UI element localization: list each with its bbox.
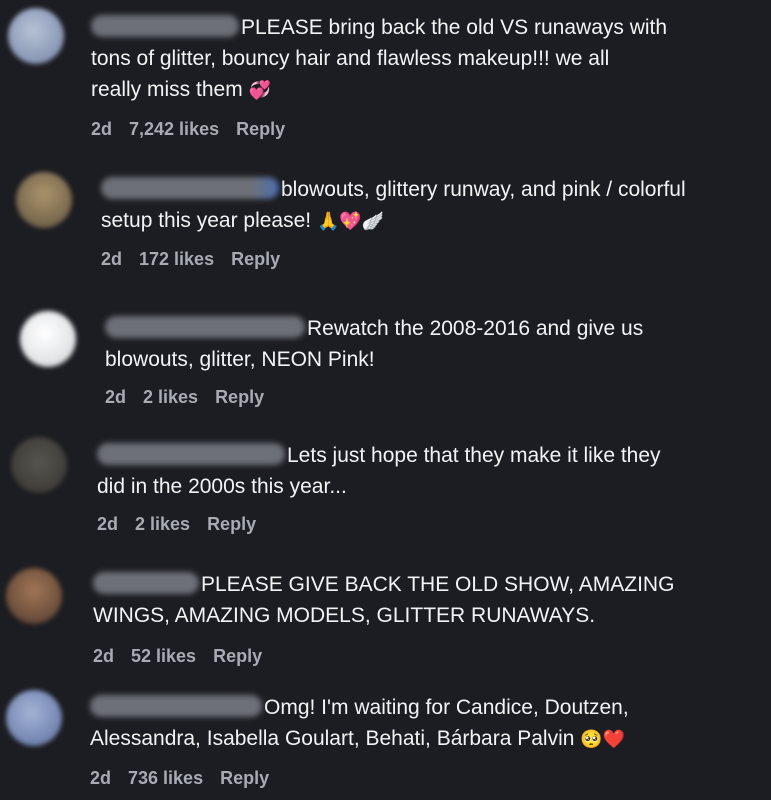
likes-count[interactable]: 2 likes [143, 387, 198, 407]
comment-meta: 2d 172 likes Reply [101, 249, 297, 270]
timestamp: 2d [97, 514, 119, 534]
comment-text: blowouts, glittery runway, and pink / co… [101, 177, 686, 232]
likes-count[interactable]: 7,242 likes [129, 119, 219, 139]
likes-count[interactable]: 52 likes [131, 646, 196, 666]
pleading-heart-emoji: 🥺❤️ [580, 729, 626, 750]
comment-text: Rewatch the 2008-2016 and give us blowou… [105, 316, 644, 371]
heart-emoji: 💞 [248, 80, 271, 101]
comment-text: Lets just hope that they make it like th… [97, 443, 661, 498]
comment-meta: 2d 52 likes Reply [93, 646, 279, 667]
likes-count[interactable]: 2 likes [135, 514, 190, 534]
avatar[interactable] [8, 8, 64, 64]
comment-text: PLEASE GIVE BACK THE OLD SHOW, AMAZING W… [93, 572, 675, 627]
reply-button[interactable]: Reply [236, 119, 285, 139]
avatar[interactable] [11, 437, 67, 493]
timestamp: 2d [101, 249, 123, 269]
comment-meta: 2d 2 likes Reply [105, 387, 281, 408]
blurred-username[interactable] [90, 695, 262, 717]
avatar[interactable] [6, 690, 62, 746]
pray-heart-wing-emoji: 🙏💖🪽 [316, 211, 385, 232]
reply-button[interactable]: Reply [220, 768, 269, 788]
reply-button[interactable]: Reply [215, 387, 264, 407]
comment-text: Omg! I'm waiting for Candice, Doutzen, A… [90, 695, 629, 750]
reply-button[interactable]: Reply [231, 249, 280, 269]
blurred-username[interactable] [105, 316, 305, 338]
avatar[interactable] [20, 311, 76, 367]
avatar[interactable] [6, 568, 62, 624]
timestamp: 2d [91, 119, 113, 139]
blurred-username[interactable] [93, 572, 199, 594]
comment-text: PLEASE bring back the old VS runaways wi… [91, 15, 668, 101]
blurred-username[interactable] [97, 443, 285, 465]
reply-button[interactable]: Reply [213, 646, 262, 666]
comment-meta: 2d 736 likes Reply [90, 768, 286, 789]
avatar[interactable] [16, 172, 72, 228]
timestamp: 2d [90, 768, 112, 788]
blurred-username[interactable] [101, 177, 279, 199]
likes-count[interactable]: 736 likes [128, 768, 203, 788]
blurred-username[interactable] [91, 15, 239, 37]
likes-count[interactable]: 172 likes [139, 249, 214, 269]
reply-button[interactable]: Reply [207, 514, 256, 534]
comment-meta: 2d 7,242 likes Reply [91, 119, 302, 140]
comment-meta: 2d 2 likes Reply [97, 514, 273, 535]
timestamp: 2d [105, 387, 127, 407]
timestamp: 2d [93, 646, 115, 666]
